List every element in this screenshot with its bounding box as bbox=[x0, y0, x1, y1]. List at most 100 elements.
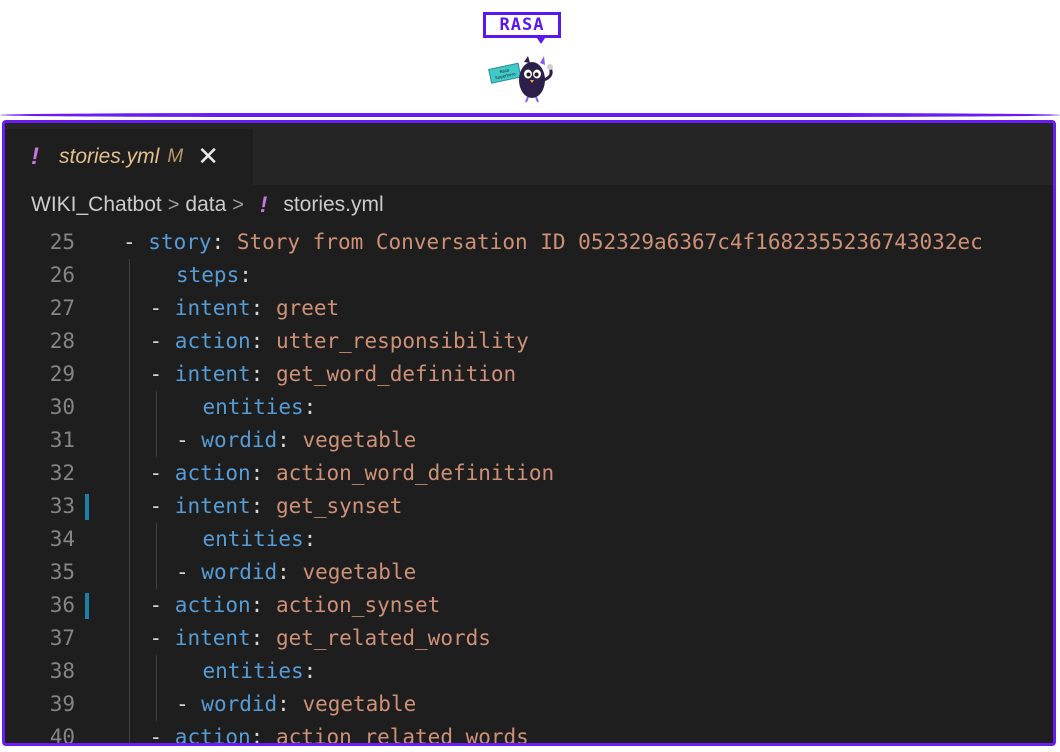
header-logo-area: RASA Rasa Superhero bbox=[0, 0, 1060, 112]
yaml-value: vegetable bbox=[302, 428, 417, 452]
yaml-value: action_related_words bbox=[275, 725, 529, 746]
code-text: - intent: greet bbox=[150, 292, 340, 325]
breadcrumb-separator-icon: > bbox=[232, 193, 244, 216]
code-line[interactable]: 25 - story: Story from Conversation ID 05… bbox=[5, 226, 1053, 259]
yaml-list-dash: - bbox=[149, 296, 175, 320]
yaml-colon: : bbox=[303, 659, 317, 683]
code-line[interactable]: 30 entities: bbox=[5, 391, 1053, 424]
indent-guide bbox=[129, 721, 130, 743]
code-editor-window: ! stories.yml M ✕ WIKI_Chatbot > data > … bbox=[2, 120, 1056, 746]
rasa-logo-tail bbox=[535, 35, 547, 44]
yaml-value: action_synset bbox=[275, 593, 441, 617]
rasa-logo-text: RASA bbox=[483, 12, 561, 38]
line-number: 27 bbox=[49, 296, 75, 320]
breadcrumb-separator-icon: > bbox=[167, 193, 180, 216]
line-number: 28 bbox=[49, 329, 75, 353]
yaml-colon: : bbox=[250, 461, 276, 485]
yaml-key: intent bbox=[174, 362, 251, 386]
code-line[interactable]: 34 entities: bbox=[5, 523, 1053, 556]
code-text: entities: bbox=[203, 391, 317, 424]
yaml-list-dash: - bbox=[149, 494, 175, 518]
yaml-colon: : bbox=[211, 230, 237, 254]
indent-guide bbox=[129, 622, 130, 655]
code-line[interactable]: 40 - action: action_related_words bbox=[5, 721, 1053, 746]
yaml-file-icon: ! bbox=[259, 192, 268, 217]
rasa-mascot-image: Rasa Superhero bbox=[488, 56, 553, 103]
yaml-value: action_word_definition bbox=[275, 461, 555, 485]
yaml-file-icon: ! bbox=[31, 143, 39, 170]
indent-guide bbox=[129, 424, 130, 457]
code-text: - wordid: vegetable bbox=[176, 556, 416, 589]
yaml-value: utter_responsibility bbox=[275, 329, 529, 353]
yaml-list-dash: - bbox=[149, 626, 175, 650]
yaml-list-dash: - bbox=[176, 428, 202, 452]
code-line[interactable]: 36 - action: action_synset bbox=[5, 589, 1053, 622]
breadcrumb-item-folder[interactable]: data bbox=[185, 193, 226, 217]
indent-guide bbox=[155, 688, 157, 721]
indent-guide bbox=[129, 655, 130, 688]
yaml-key: action bbox=[174, 329, 251, 353]
yaml-key: story bbox=[148, 230, 212, 254]
code-line[interactable]: 28 - action: utter_responsibility bbox=[5, 325, 1053, 358]
code-text: - action: action_synset bbox=[150, 589, 441, 622]
code-line[interactable]: 27 - intent: greet bbox=[5, 292, 1053, 325]
yaml-value: get_word_definition bbox=[275, 362, 517, 386]
yaml-key: wordid bbox=[201, 560, 278, 584]
yaml-key: intent bbox=[174, 494, 251, 518]
code-line[interactable]: 37 - intent: get_related_words bbox=[5, 622, 1053, 655]
indent-guide bbox=[129, 688, 130, 721]
git-change-marker[interactable] bbox=[85, 593, 89, 619]
indent-guide bbox=[129, 523, 130, 556]
rasa-logo: RASA bbox=[483, 12, 565, 48]
indent-guide bbox=[155, 523, 157, 556]
tab-stories-yml[interactable]: ! stories.yml M ✕ bbox=[5, 129, 253, 185]
code-line[interactable]: 33 - intent: get_synset bbox=[5, 490, 1053, 523]
yaml-key: action bbox=[174, 593, 251, 617]
code-text: entities: bbox=[203, 523, 317, 556]
code-text: - intent: get_related_words bbox=[150, 622, 491, 655]
yaml-value: vegetable bbox=[302, 560, 417, 584]
indent-guide bbox=[129, 325, 130, 358]
yaml-list-dash: - bbox=[176, 560, 202, 584]
yaml-key: steps bbox=[176, 263, 240, 287]
yaml-colon: : bbox=[250, 329, 276, 353]
breadcrumb-item-file[interactable]: stories.yml bbox=[283, 193, 383, 217]
code-line[interactable]: 29 - intent: get_word_definition bbox=[5, 358, 1053, 391]
yaml-key: action bbox=[174, 725, 251, 746]
yaml-value: Story from Conversation ID 052329a6367c4… bbox=[236, 230, 983, 254]
code-lines[interactable]: 25 - story: Story from Conversation ID 05… bbox=[5, 226, 1053, 746]
yaml-list-dash: - bbox=[123, 230, 149, 254]
yaml-list-dash: - bbox=[149, 725, 175, 746]
yaml-colon: : bbox=[303, 527, 317, 551]
line-number: 26 bbox=[49, 263, 75, 287]
indent-guide bbox=[155, 424, 157, 457]
yaml-colon: : bbox=[239, 263, 252, 287]
line-number: 25 bbox=[49, 230, 75, 254]
code-line[interactable]: 32 - action: action_word_definition bbox=[5, 457, 1053, 490]
code-line[interactable]: 38 entities: bbox=[5, 655, 1053, 688]
yaml-key: entities bbox=[202, 395, 304, 419]
breadcrumb-item-project[interactable]: WIKI_Chatbot bbox=[31, 193, 162, 217]
line-number: 29 bbox=[49, 362, 75, 386]
code-line[interactable]: 39 - wordid: vegetable bbox=[5, 688, 1053, 721]
close-tab-icon[interactable]: ✕ bbox=[197, 142, 219, 172]
code-text: - action: action_related_words bbox=[149, 721, 529, 746]
yaml-key: wordid bbox=[201, 692, 278, 716]
code-line[interactable]: 26 steps: bbox=[5, 259, 1053, 292]
code-line[interactable]: 35 - wordid: vegetable bbox=[5, 556, 1053, 589]
yaml-colon: : bbox=[250, 494, 276, 518]
yaml-key: entities bbox=[202, 659, 304, 683]
tab-filename: stories.yml bbox=[59, 145, 160, 168]
indent-guide bbox=[129, 391, 130, 424]
yaml-colon: : bbox=[250, 593, 276, 617]
line-number: 39 bbox=[49, 692, 75, 716]
code-text: - intent: get_word_definition bbox=[150, 358, 517, 391]
code-text: - wordid: vegetable bbox=[176, 424, 416, 457]
code-line[interactable]: 31 - wordid: vegetable bbox=[5, 424, 1053, 457]
indent-guide bbox=[129, 556, 130, 589]
indent-guide bbox=[129, 490, 130, 523]
code-text: - wordid: vegetable bbox=[176, 688, 416, 721]
git-change-marker[interactable] bbox=[85, 494, 89, 520]
yaml-key: intent bbox=[174, 296, 251, 320]
indent-guide bbox=[129, 259, 130, 292]
